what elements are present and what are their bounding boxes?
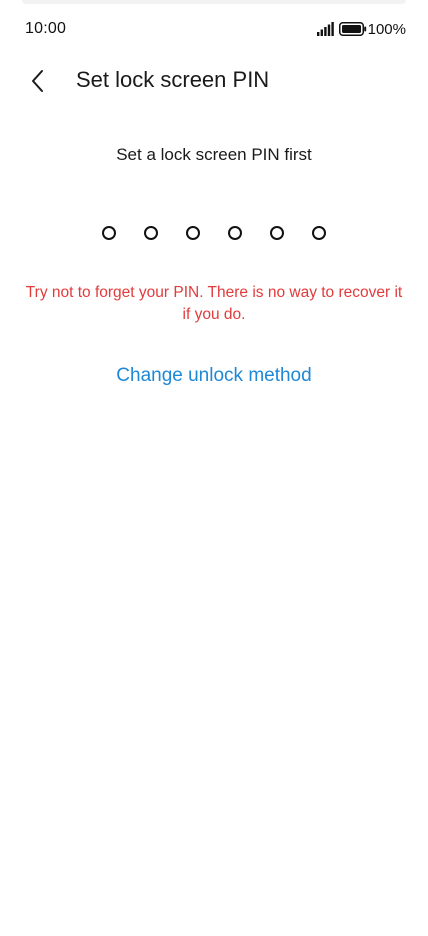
app-bar: Set lock screen PIN (0, 58, 428, 104)
pin-dot (270, 226, 284, 240)
pin-dot (312, 226, 326, 240)
pin-dot (228, 226, 242, 240)
battery-percent: 100% (367, 20, 406, 38)
pin-prompt: Set a lock screen PIN first (116, 145, 312, 164)
back-button[interactable] (20, 64, 56, 98)
pin-dot (186, 226, 200, 240)
pin-entry-indicator[interactable] (0, 226, 428, 240)
signal-icon (316, 22, 334, 36)
status-bar: 10:00 100% (0, 0, 428, 58)
battery-icon (338, 22, 366, 36)
page-title: Set lock screen PIN (76, 67, 270, 92)
change-unlock-method-link[interactable]: Change unlock method (0, 365, 428, 387)
pin-dot (102, 226, 116, 240)
chevron-left-icon (32, 70, 43, 92)
pin-dot (144, 226, 158, 240)
status-indicators: 100% (316, 20, 406, 38)
pin-warning-text: Try not to forget your PIN. There is no … (25, 284, 403, 323)
status-time: 10:00 (25, 20, 67, 37)
